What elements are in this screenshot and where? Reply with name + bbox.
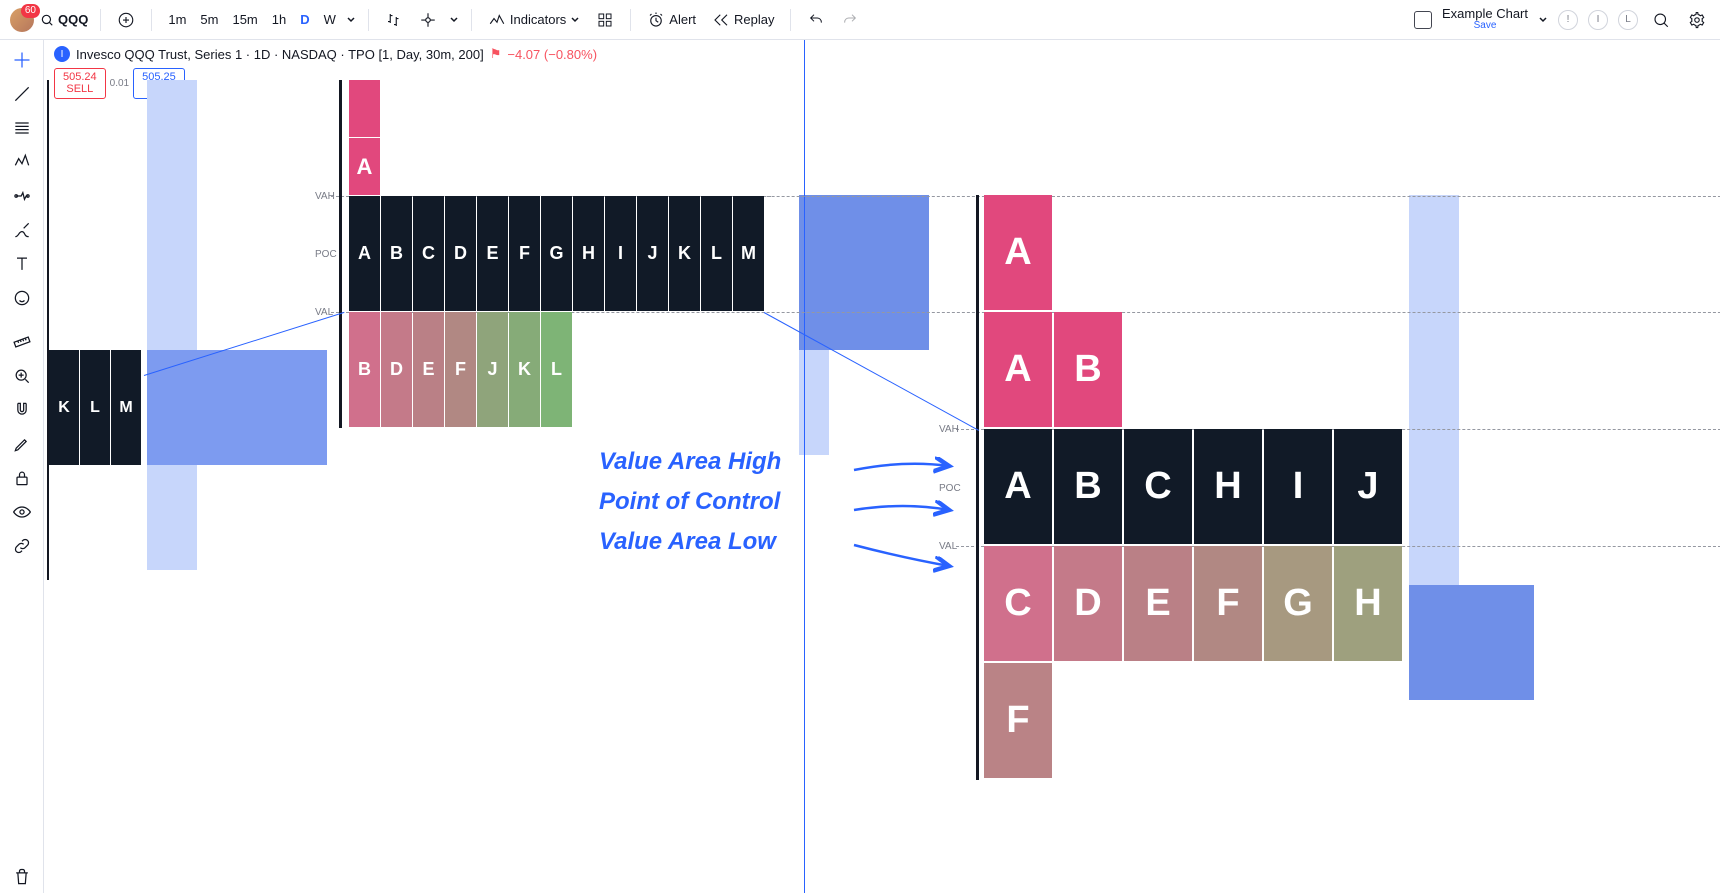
tpo-cell: L xyxy=(80,350,110,465)
tpo-cell: D xyxy=(445,196,476,311)
eye-tool[interactable] xyxy=(4,496,40,528)
tpo-cell: A xyxy=(984,429,1052,544)
tpo-cell: A xyxy=(984,312,1052,427)
zoom-tool[interactable] xyxy=(4,360,40,392)
user-avatar[interactable]: 60 xyxy=(10,8,34,32)
redo-button[interactable] xyxy=(837,7,863,33)
tpo-cell: C xyxy=(984,546,1052,661)
chevron-down-icon[interactable] xyxy=(449,15,459,25)
tpo-cell xyxy=(349,80,380,137)
tpo-level-label: POC xyxy=(315,249,337,260)
text-tool[interactable] xyxy=(4,248,40,280)
tpo-cell: B xyxy=(1054,312,1122,427)
tpo-cell: L xyxy=(701,196,732,311)
tpo-cell: D xyxy=(381,312,412,427)
tpo-cell: B xyxy=(381,196,412,311)
tpo-cell: H xyxy=(1194,429,1262,544)
chevron-down-icon[interactable] xyxy=(1538,15,1548,25)
add-button[interactable] xyxy=(113,7,139,33)
crosshair-tool[interactable] xyxy=(4,44,40,76)
arrow-icon xyxy=(854,500,954,525)
symbol-search[interactable]: QQQ xyxy=(40,12,88,27)
chart-style-button[interactable] xyxy=(381,7,407,33)
tpo-cell: M xyxy=(111,350,141,465)
arrow-icon xyxy=(854,540,954,575)
tpo-cell: J xyxy=(477,312,508,427)
tpo-cell: F xyxy=(509,196,540,311)
tpo-cell: G xyxy=(1264,546,1332,661)
tpo-cell: L xyxy=(541,312,572,427)
tpo-cell: C xyxy=(413,196,444,311)
pattern-tool[interactable] xyxy=(4,146,40,178)
templates-button[interactable] xyxy=(592,7,618,33)
alert-button[interactable]: Alert xyxy=(643,9,700,31)
tpo-cell: F xyxy=(984,663,1052,778)
tpo-level-label: VAH xyxy=(939,424,959,435)
tpo-cell: B xyxy=(349,312,380,427)
interval-selector[interactable]: 1m 5m 15m 1h D W xyxy=(164,10,356,29)
fib-tool[interactable] xyxy=(4,112,40,144)
tpo-cell: G xyxy=(541,196,572,311)
top-toolbar: 60 QQQ 1m 5m 15m 1h D W Indicators Alert xyxy=(0,0,1720,40)
annotation-val: Value Area Low xyxy=(599,528,776,556)
crosshair-vertical xyxy=(804,40,805,893)
tpo-cell: E xyxy=(413,312,444,427)
lock-edit-tool[interactable] xyxy=(4,428,40,460)
tpo-cell: E xyxy=(1124,546,1192,661)
tpo-cell: M xyxy=(733,196,764,311)
notification-badge: 60 xyxy=(21,4,40,18)
chart-settings-grid-button[interactable] xyxy=(415,7,441,33)
tpo-cell: D xyxy=(1054,546,1122,661)
tpo-cell: A xyxy=(984,195,1052,310)
tpo-cell: I xyxy=(1264,429,1332,544)
forecast-tool[interactable] xyxy=(4,180,40,212)
tpo-cell: E xyxy=(477,196,508,311)
tpo-cell: J xyxy=(1334,429,1402,544)
tpo-cell: H xyxy=(1334,546,1402,661)
trendline-tool[interactable] xyxy=(4,78,40,110)
tpo-cell: I xyxy=(605,196,636,311)
chart-area[interactable]: I Invesco QQQ Trust, Series 1 · 1D · NAS… xyxy=(44,40,1720,893)
link-tool[interactable] xyxy=(4,530,40,562)
symbol-text: QQQ xyxy=(58,12,88,27)
arrow-icon xyxy=(854,460,954,485)
tpo-cell: K xyxy=(509,312,540,427)
layout-pill[interactable]: ! xyxy=(1558,10,1578,30)
tpo-cell: H xyxy=(573,196,604,311)
layout-pill[interactable]: L xyxy=(1618,10,1638,30)
layout-name[interactable]: Example Chart Save xyxy=(1442,7,1528,31)
layout-pill[interactable]: I xyxy=(1588,10,1608,30)
emoji-tool[interactable] xyxy=(4,282,40,314)
magnet-tool[interactable] xyxy=(4,394,40,426)
tpo-cell: K xyxy=(669,196,700,311)
indicators-button[interactable]: Indicators xyxy=(484,9,584,31)
replay-button[interactable]: Replay xyxy=(708,9,778,31)
tpo-cell: A xyxy=(349,138,380,195)
tpo-cell: C xyxy=(1124,429,1192,544)
drawing-toolbar xyxy=(0,40,44,893)
annotation-vah: Value Area High xyxy=(599,448,781,476)
annotation-poc: Point of Control xyxy=(599,488,780,516)
tpo-cell: F xyxy=(445,312,476,427)
layout-grid-button[interactable] xyxy=(1414,11,1432,29)
undo-button[interactable] xyxy=(803,7,829,33)
tpo-cell: J xyxy=(637,196,668,311)
tpo-cell: A xyxy=(349,196,380,311)
settings-button[interactable] xyxy=(1684,7,1710,33)
tpo-cell: F xyxy=(1194,546,1262,661)
tpo-cell: K xyxy=(49,350,79,465)
brush-tool[interactable] xyxy=(4,214,40,246)
tpo-cell: B xyxy=(1054,429,1122,544)
trash-tool[interactable] xyxy=(4,861,40,893)
ruler-tool[interactable] xyxy=(4,326,40,358)
lock-tool[interactable] xyxy=(4,462,40,494)
quick-search-button[interactable] xyxy=(1648,7,1674,33)
